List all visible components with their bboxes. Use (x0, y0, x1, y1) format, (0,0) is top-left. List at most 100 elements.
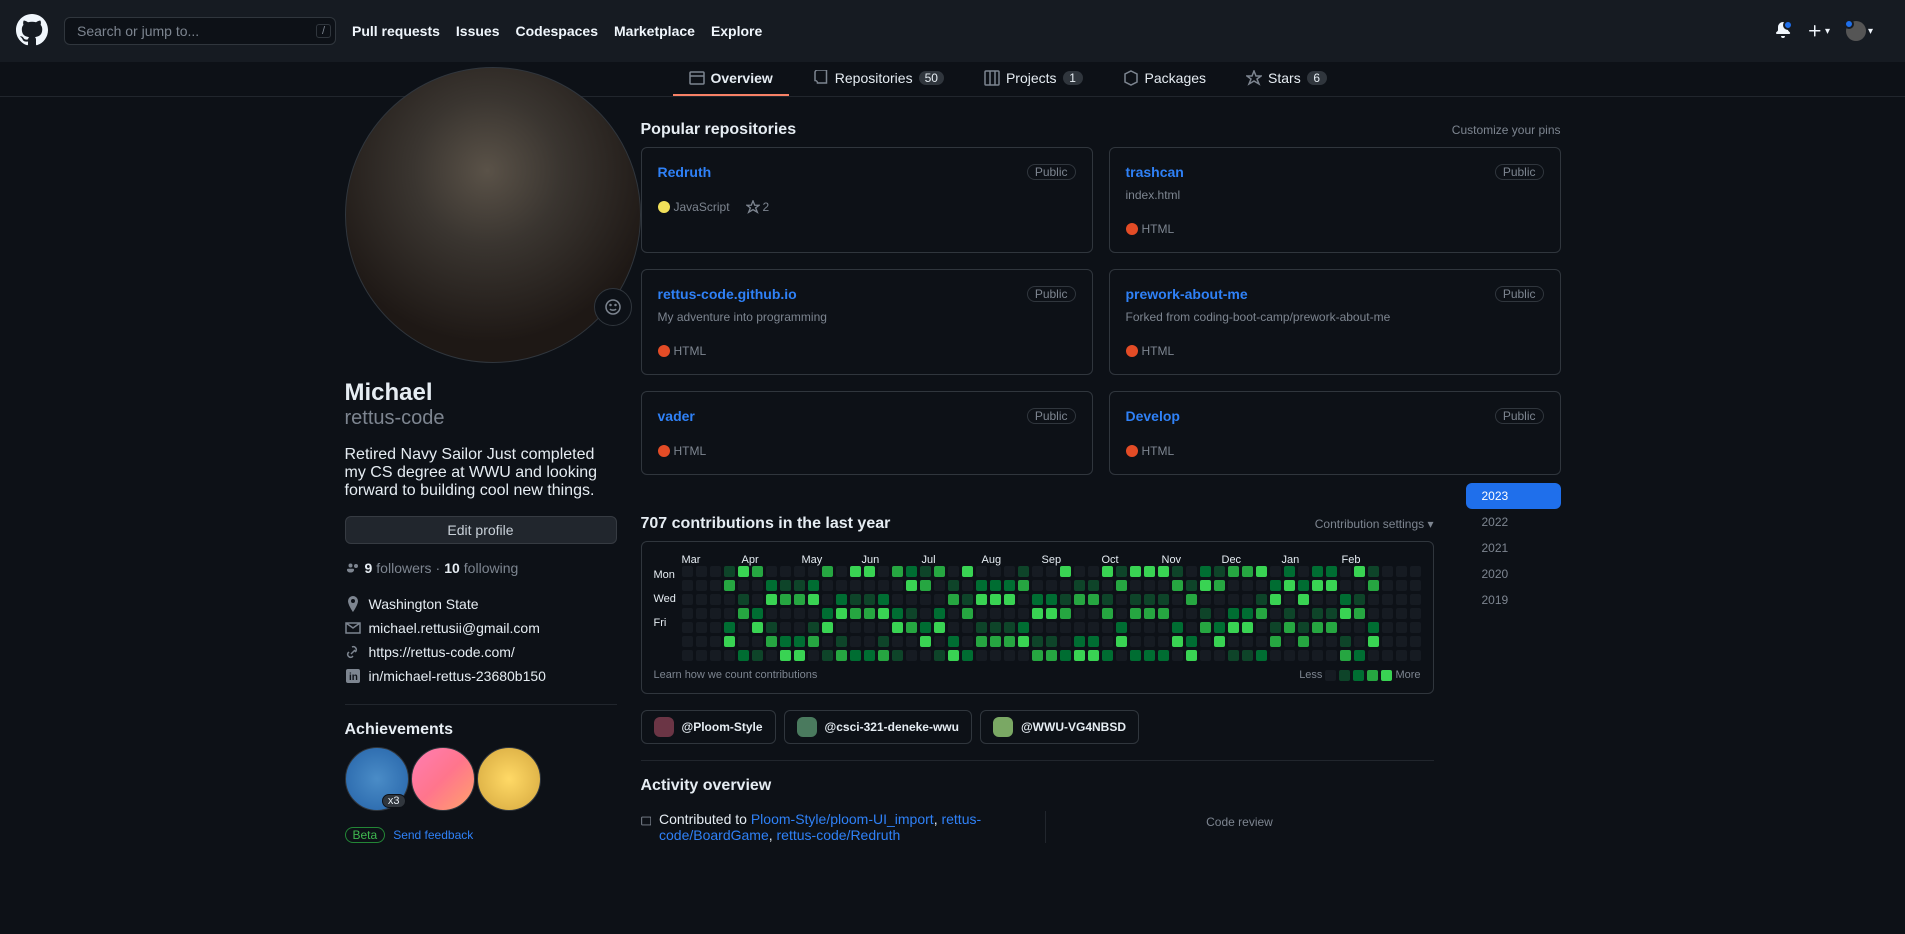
contrib-cell[interactable] (1228, 622, 1239, 633)
contrib-cell[interactable] (1158, 580, 1169, 591)
contrib-cell[interactable] (1018, 650, 1029, 661)
contrib-cell[interactable] (1270, 580, 1281, 591)
contrib-cell[interactable] (948, 650, 959, 661)
contrib-cell[interactable] (906, 622, 917, 633)
contrib-cell[interactable] (934, 650, 945, 661)
contrib-cell[interactable] (1214, 622, 1225, 633)
contrib-cell[interactable] (1368, 650, 1379, 661)
contrib-cell[interactable] (976, 636, 987, 647)
contrib-cell[interactable] (1060, 594, 1071, 605)
contrib-cell[interactable] (1116, 608, 1127, 619)
contrib-cell[interactable] (1410, 580, 1421, 591)
contrib-cell[interactable] (794, 608, 805, 619)
contrib-cell[interactable] (1200, 636, 1211, 647)
contrib-cell[interactable] (1396, 608, 1407, 619)
contrib-cell[interactable] (976, 594, 987, 605)
contrib-cell[interactable] (1214, 650, 1225, 661)
contrib-cell[interactable] (1074, 608, 1085, 619)
contrib-cell[interactable] (752, 608, 763, 619)
contrib-cell[interactable] (934, 594, 945, 605)
contrib-cell[interactable] (1018, 580, 1029, 591)
contrib-cell[interactable] (1270, 650, 1281, 661)
contrib-cell[interactable] (1116, 580, 1127, 591)
contrib-cell[interactable] (1382, 622, 1393, 633)
contrib-cell[interactable] (1242, 566, 1253, 577)
repo-name[interactable]: rettus-code.github.io (658, 286, 797, 302)
contrib-cell[interactable] (1270, 566, 1281, 577)
contrib-cell[interactable] (696, 594, 707, 605)
contrib-cell[interactable] (934, 608, 945, 619)
contrib-cell[interactable] (1172, 650, 1183, 661)
contrib-cell[interactable] (794, 580, 805, 591)
contrib-cell[interactable] (1158, 566, 1169, 577)
contrib-cell[interactable] (1172, 594, 1183, 605)
contrib-cell[interactable] (822, 580, 833, 591)
contrib-cell[interactable] (1214, 594, 1225, 605)
contrib-cell[interactable] (934, 622, 945, 633)
contrib-cell[interactable] (892, 566, 903, 577)
contrib-cell[interactable] (1004, 636, 1015, 647)
contrib-cell[interactable] (1214, 580, 1225, 591)
contrib-cell[interactable] (710, 650, 721, 661)
contrib-cell[interactable] (1032, 636, 1043, 647)
contrib-cell[interactable] (1116, 650, 1127, 661)
contrib-cell[interactable] (1270, 636, 1281, 647)
contrib-cell[interactable] (864, 622, 875, 633)
contrib-cell[interactable] (1298, 636, 1309, 647)
contrib-cell[interactable] (1214, 636, 1225, 647)
tab-projects[interactable]: Projects 1 (968, 62, 1099, 96)
contrib-cell[interactable] (808, 608, 819, 619)
contrib-cell[interactable] (990, 580, 1001, 591)
contrib-cell[interactable] (1256, 636, 1267, 647)
contrib-cell[interactable] (1088, 608, 1099, 619)
year-2020[interactable]: 2020 (1466, 561, 1561, 587)
contrib-cell[interactable] (892, 594, 903, 605)
contrib-cell[interactable] (1354, 594, 1365, 605)
contrib-cell[interactable] (822, 650, 833, 661)
contrib-cell[interactable] (920, 566, 931, 577)
edit-profile-button[interactable]: Edit profile (345, 516, 617, 544)
contrib-cell[interactable] (1074, 622, 1085, 633)
contrib-cell[interactable] (1102, 636, 1113, 647)
contrib-cell[interactable] (724, 608, 735, 619)
contrib-cell[interactable] (1060, 636, 1071, 647)
contrib-cell[interactable] (1004, 594, 1015, 605)
contrib-cell[interactable] (1382, 566, 1393, 577)
contrib-cell[interactable] (948, 566, 959, 577)
contrib-cell[interactable] (1242, 580, 1253, 591)
linkedin[interactable]: in in/michael-rettus-23680b150 (345, 664, 617, 688)
contrib-cell[interactable] (920, 650, 931, 661)
contrib-cell[interactable] (1368, 622, 1379, 633)
contrib-cell[interactable] (780, 566, 791, 577)
contrib-cell[interactable] (1102, 566, 1113, 577)
contrib-cell[interactable] (1340, 622, 1351, 633)
contrib-cell[interactable] (1298, 608, 1309, 619)
contrib-cell[interactable] (1312, 608, 1323, 619)
contrib-cell[interactable] (794, 566, 805, 577)
contrib-cell[interactable] (1004, 566, 1015, 577)
badge-1[interactable]: x3 (345, 747, 409, 811)
contrib-cell[interactable] (710, 608, 721, 619)
contrib-cell[interactable] (878, 594, 889, 605)
contrib-cell[interactable] (1046, 566, 1057, 577)
contrib-cell[interactable] (1256, 622, 1267, 633)
contrib-cell[interactable] (1382, 580, 1393, 591)
contrib-cell[interactable] (1102, 622, 1113, 633)
contrib-cell[interactable] (836, 566, 847, 577)
repo-link[interactable]: Ploom-Style/ploom-UI_import (751, 811, 934, 827)
contrib-cell[interactable] (1382, 650, 1393, 661)
status-button[interactable] (594, 288, 632, 326)
contrib-cell[interactable] (1256, 650, 1267, 661)
contrib-cell[interactable] (1186, 594, 1197, 605)
contrib-cell[interactable] (1074, 566, 1085, 577)
contrib-cell[interactable] (752, 580, 763, 591)
contrib-cell[interactable] (1256, 580, 1267, 591)
contrib-cell[interactable] (752, 566, 763, 577)
contrib-cell[interactable] (976, 650, 987, 661)
contrib-cell[interactable] (906, 566, 917, 577)
contrib-cell[interactable] (1396, 650, 1407, 661)
contrib-cell[interactable] (794, 622, 805, 633)
contrib-cell[interactable] (1032, 594, 1043, 605)
contrib-cell[interactable] (1242, 608, 1253, 619)
contrib-cell[interactable] (962, 650, 973, 661)
